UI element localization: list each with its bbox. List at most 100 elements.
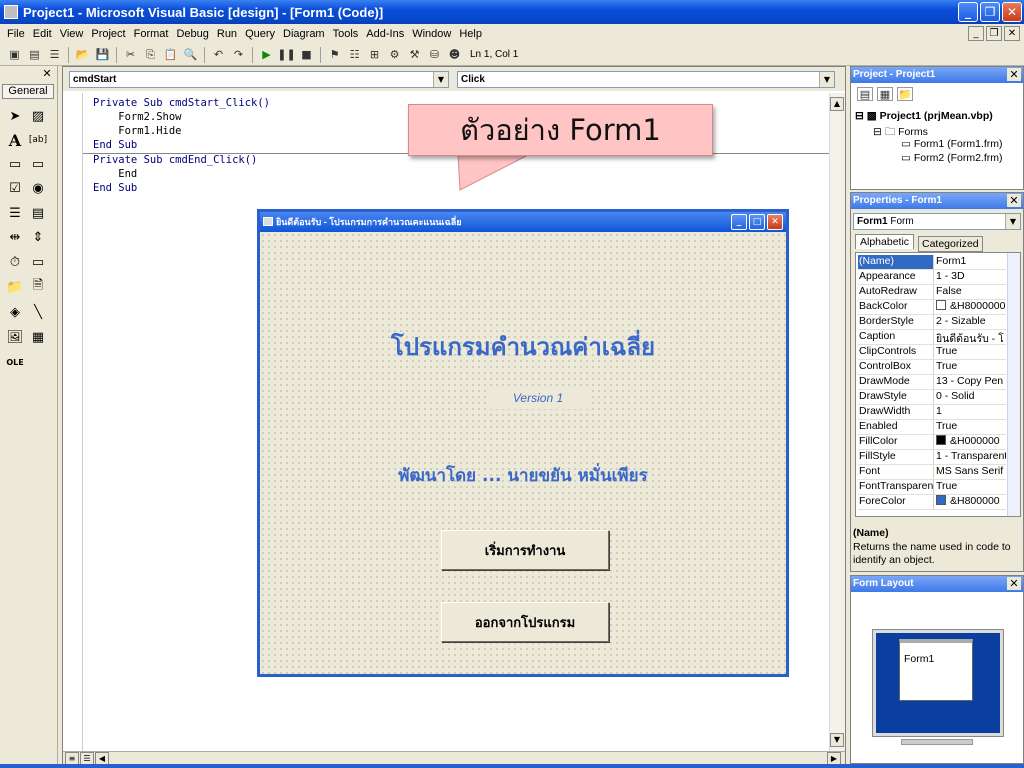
shape-icon[interactable]: ◈: [5, 302, 25, 322]
find-icon[interactable]: 🔍: [182, 46, 199, 63]
open-icon[interactable]: 📂: [74, 46, 91, 63]
minimize-button[interactable]: _: [958, 2, 978, 22]
line-icon[interactable]: ╲: [28, 302, 48, 322]
exit-button[interactable]: ออกจากโปรแกรม: [441, 602, 609, 642]
break-icon[interactable]: ❚❚: [277, 46, 295, 63]
commandbutton-icon[interactable]: ▭: [28, 154, 48, 174]
menu-run[interactable]: Run: [213, 28, 241, 40]
property-row[interactable]: (Name) Form1: [858, 255, 1006, 270]
close-button[interactable]: ✕: [1002, 2, 1022, 22]
start-icon[interactable]: ▶: [258, 46, 275, 63]
cut-icon[interactable]: ✂: [122, 46, 139, 63]
menu-format[interactable]: Format: [130, 28, 173, 40]
undo-icon[interactable]: ↶: [210, 46, 227, 63]
pointer-icon[interactable]: ➤: [5, 106, 25, 126]
ole-icon[interactable]: OLE: [5, 352, 25, 372]
label-icon[interactable]: A: [5, 130, 25, 150]
add-form-icon[interactable]: ▤: [26, 46, 43, 63]
mdi-restore-button[interactable]: ❐: [986, 26, 1002, 41]
frame-icon[interactable]: ▭: [5, 154, 25, 174]
filelistbox-icon[interactable]: 🗎: [28, 277, 48, 297]
textbox-icon[interactable]: [ab]: [28, 130, 48, 150]
properties-close-button[interactable]: ✕: [1007, 194, 1021, 207]
form1-client-area[interactable]: โปรแกรมคำนวณค่าเฉลี่ย Version 1 พัฒนาโดย…: [260, 232, 786, 674]
start-button[interactable]: เริ่มการทำงาน: [441, 530, 609, 570]
property-scrollbar[interactable]: [1007, 253, 1020, 516]
data-view-icon[interactable]: ⛁: [426, 46, 443, 63]
save-icon[interactable]: 💾: [94, 46, 111, 63]
hscrollbar-icon[interactable]: ⇹: [5, 227, 25, 247]
mdi-minimize-button[interactable]: _: [968, 26, 984, 41]
toolbox-icon[interactable]: ⚒: [406, 46, 423, 63]
timer-icon[interactable]: ⏱: [5, 252, 25, 272]
form-close-button[interactable]: ✕: [767, 214, 783, 230]
menu-query[interactable]: Query: [241, 28, 279, 40]
copy-icon[interactable]: ⎘: [142, 46, 159, 63]
project-tree-root[interactable]: ⊟ ▩ Project1 (prjMean.vbp): [855, 110, 993, 122]
scroll-up-icon[interactable]: ▲: [830, 97, 844, 111]
checkbox-icon[interactable]: ☑: [5, 178, 25, 198]
drivelistbox-icon[interactable]: ▭: [28, 252, 48, 272]
menu-editor-icon[interactable]: ☰: [46, 46, 63, 63]
toolbox-general-tab[interactable]: General: [2, 84, 54, 99]
property-row[interactable]: Font MS Sans Serif: [858, 465, 1006, 480]
property-row[interactable]: AutoRedraw False: [858, 285, 1006, 300]
chevron-down-icon[interactable]: ▼: [819, 72, 834, 87]
menu-edit[interactable]: Edit: [29, 28, 56, 40]
property-grid[interactable]: (Name) Form1 Appearance 1 - 3D AutoRedraw F…: [855, 252, 1021, 517]
redo-icon[interactable]: ↷: [230, 46, 247, 63]
data-icon[interactable]: ▦: [28, 327, 48, 347]
property-row[interactable]: Appearance 1 - 3D: [858, 270, 1006, 285]
menu-help[interactable]: Help: [455, 28, 486, 40]
menu-view[interactable]: View: [56, 28, 88, 40]
toolbox-close-button[interactable]: ✕: [41, 68, 53, 80]
form1-window[interactable]: ยินดีต้อนรับ - โปรแกรมการคำนวณคะแนนเฉลี่…: [257, 209, 789, 677]
layout-close-button[interactable]: ✕: [1007, 577, 1021, 590]
chevron-down-icon[interactable]: ▼: [433, 72, 448, 87]
project-close-button[interactable]: ✕: [1007, 68, 1021, 81]
add-project-icon[interactable]: ▣: [6, 46, 23, 63]
menu-addins[interactable]: Add-Ins: [362, 28, 408, 40]
property-row[interactable]: Enabled True: [858, 420, 1006, 435]
menu-debug[interactable]: Debug: [172, 28, 212, 40]
property-row[interactable]: BorderStyle 2 - Sizable: [858, 315, 1006, 330]
tab-categorized[interactable]: Categorized: [918, 236, 983, 252]
scroll-down-icon[interactable]: ▼: [830, 733, 844, 747]
object-selector[interactable]: Form1 Form ▼: [853, 213, 1021, 230]
property-row[interactable]: ClipControls True: [858, 345, 1006, 360]
property-row[interactable]: ForeColor &H800000: [858, 495, 1006, 510]
property-row[interactable]: DrawStyle 0 - Solid: [858, 390, 1006, 405]
restore-button[interactable]: ❐: [980, 2, 1000, 22]
form-layout-preview[interactable]: Form1: [899, 639, 973, 701]
menu-tools[interactable]: Tools: [329, 28, 363, 40]
project-tree-item[interactable]: ▭ Form1 (Form1.frm): [901, 138, 1003, 150]
property-row[interactable]: BackColor &H8000000: [858, 300, 1006, 315]
form-minimize-button[interactable]: _: [731, 214, 747, 230]
dirlistbox-icon[interactable]: 📁: [5, 277, 25, 297]
image-icon[interactable]: 🖼: [5, 327, 25, 347]
picturebox-icon[interactable]: ▨: [28, 106, 48, 126]
toggle-folders-icon[interactable]: 📁: [897, 87, 913, 101]
procedure-combo[interactable]: Click ▼: [457, 71, 835, 88]
listbox-icon[interactable]: ▤: [28, 203, 48, 223]
menu-project[interactable]: Project: [87, 28, 129, 40]
form-layout-icon[interactable]: ⊞: [366, 46, 383, 63]
mdi-close-button[interactable]: ✕: [1004, 26, 1020, 41]
properties-window-icon[interactable]: ☷: [346, 46, 363, 63]
property-row[interactable]: DrawWidth 1: [858, 405, 1006, 420]
tab-alphabetic[interactable]: Alphabetic: [855, 234, 915, 249]
property-row[interactable]: FillStyle 1 - Transparent: [858, 450, 1006, 465]
property-row[interactable]: FillColor &H000000: [858, 435, 1006, 450]
view-object-icon[interactable]: ▦: [877, 87, 893, 101]
optionbutton-icon[interactable]: ◉: [28, 178, 48, 198]
object-combo[interactable]: cmdStart ▼: [69, 71, 449, 88]
end-icon[interactable]: ■: [298, 46, 315, 63]
property-row[interactable]: FontTransparent True: [858, 480, 1006, 495]
combobox-icon[interactable]: ☰: [5, 203, 25, 223]
menu-diagram[interactable]: Diagram: [279, 28, 329, 40]
view-code-icon[interactable]: ▤: [857, 87, 873, 101]
property-row[interactable]: Caption ยินดีต้อนรับ - โ: [858, 330, 1006, 345]
form-maximize-button[interactable]: □: [749, 214, 765, 230]
property-row[interactable]: ControlBox True: [858, 360, 1006, 375]
menu-window[interactable]: Window: [408, 28, 455, 40]
